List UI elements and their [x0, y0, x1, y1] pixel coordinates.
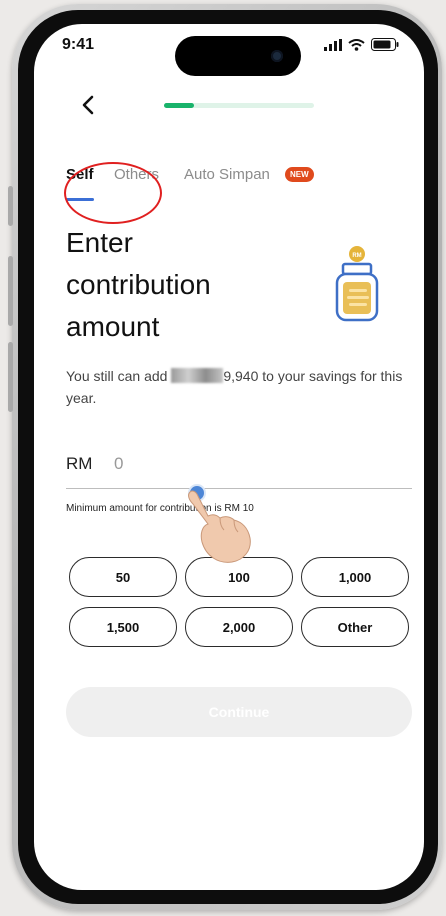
amount-input[interactable]: 0: [114, 454, 123, 474]
progress-fill: [164, 103, 194, 108]
battery-icon: [371, 38, 399, 51]
dynamic-island: [175, 36, 301, 76]
amount-chip-50[interactable]: 50: [69, 557, 177, 597]
highlight-circle: [64, 162, 162, 224]
progress-bar: [164, 103, 314, 108]
camera-icon: [271, 50, 283, 62]
mute-switch: [8, 186, 13, 226]
volume-up-button: [8, 256, 13, 326]
continue-button[interactable]: Continue: [66, 687, 412, 737]
volume-down-button: [8, 342, 13, 412]
currency-label: RM: [66, 454, 93, 473]
back-arrow-icon[interactable]: [76, 92, 102, 118]
savings-jar-icon: RM: [335, 246, 379, 322]
new-badge: NEW: [285, 167, 314, 182]
amount-chip-2000[interactable]: 2,000: [185, 607, 293, 647]
masked-amount: [171, 368, 224, 383]
status-time: 9:41: [62, 36, 95, 53]
info-text-prefix: You still can add: [66, 368, 168, 384]
page-title: Enter contribution amount: [66, 227, 211, 342]
wifi-icon: [348, 38, 365, 51]
pointing-hand-icon: [188, 490, 251, 563]
tab-auto-simpan[interactable]: Auto Simpan: [184, 166, 270, 183]
amount-chip-other[interactable]: Other: [301, 607, 409, 647]
app-screen: 9:41 Self Others Auto Simpan NEW Enter c…: [34, 24, 424, 890]
status-icons: [324, 38, 399, 51]
signal-icon: [324, 38, 342, 51]
jar-coin-label: RM: [352, 253, 361, 259]
contribution-limit-text: You still can add 9,940 to your savings …: [66, 365, 411, 409]
amount-chip-1500[interactable]: 1,500: [69, 607, 177, 647]
amount-chip-1000[interactable]: 1,000: [301, 557, 409, 597]
